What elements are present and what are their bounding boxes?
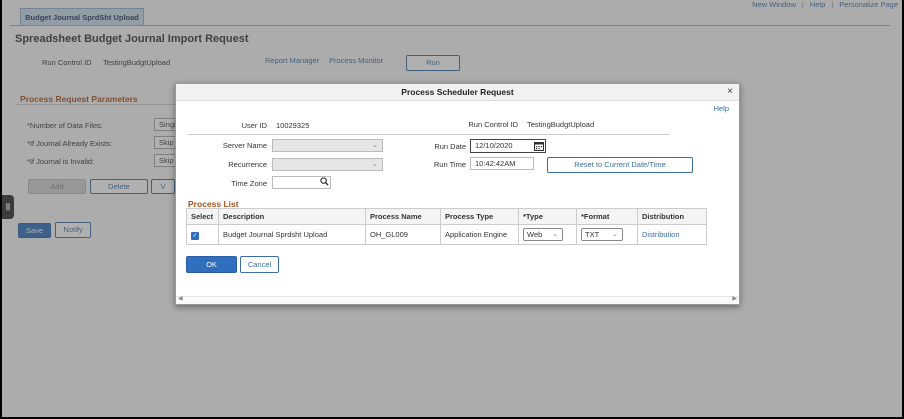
- reset-date-time-button[interactable]: Reset to Current Date/Time: [547, 157, 693, 173]
- side-panel-handle-icon[interactable]: ||: [2, 195, 14, 219]
- description-cell: Budget Journal Sprdsht Upload: [218, 224, 366, 245]
- process-scheduler-dialog: Process Scheduler Request × Help User ID…: [175, 83, 740, 305]
- select-checkbox[interactable]: ✓: [191, 231, 199, 240]
- run-time-input[interactable]: 10:42:42AM: [470, 157, 534, 170]
- server-name-label: Server Name: [222, 141, 267, 150]
- type-select-value: Web: [527, 230, 543, 239]
- format-select-value: TXT: [585, 230, 600, 239]
- recurrence-select[interactable]: [272, 158, 383, 171]
- type-cell: Web ⌄: [518, 224, 577, 245]
- scroll-left-icon[interactable]: ◀: [178, 295, 183, 302]
- table-row: ✓ Budget Journal Sprdsht Upload OH_GL009…: [186, 224, 707, 245]
- run-time-label: Run Time: [433, 160, 466, 169]
- process-name-cell: OH_GL009: [365, 224, 441, 245]
- format-cell: TXT ⌄: [576, 224, 638, 245]
- chevron-down-icon: ⌄: [552, 231, 558, 238]
- scroll-right-icon[interactable]: ▶: [732, 295, 737, 302]
- format-select[interactable]: TXT ⌄: [581, 228, 623, 241]
- column-header: Distribution: [637, 208, 707, 225]
- horizontal-scrollbar[interactable]: ◀ ▶: [176, 296, 739, 304]
- column-header: *Format: [576, 208, 638, 225]
- column-header: Process Name: [365, 208, 441, 225]
- server-name-select[interactable]: [272, 139, 383, 152]
- recurrence-label: Recurrence: [228, 160, 267, 169]
- cancel-button[interactable]: Cancel: [240, 256, 279, 273]
- distribution-cell: Distribution: [637, 224, 707, 245]
- column-header: Select: [186, 208, 219, 225]
- header-divider: [188, 134, 670, 135]
- process-type-cell: Application Engine: [440, 224, 519, 245]
- help-link[interactable]: Help: [714, 104, 729, 113]
- process-list-table: Select Description Process Name Process …: [186, 208, 707, 245]
- column-header: Process Type: [440, 208, 519, 225]
- search-icon[interactable]: [320, 177, 329, 188]
- run-date-label: Run Date: [434, 142, 466, 151]
- column-header: *Type: [518, 208, 577, 225]
- run-control-id-value: TestingBudgtUpload: [527, 120, 595, 129]
- run-control-id-label: Run Control ID: [468, 120, 518, 129]
- dialog-title: Process Scheduler Request: [176, 84, 739, 101]
- type-select[interactable]: Web ⌄: [523, 228, 563, 241]
- time-zone-label: Time Zone: [231, 179, 267, 188]
- chevron-down-icon: ⌄: [612, 231, 618, 238]
- user-id-label: User ID: [241, 121, 267, 130]
- background-page: Budget Journal SprdSht Upload New Window…: [2, 0, 902, 417]
- column-header: Description: [218, 208, 366, 225]
- calendar-icon[interactable]: [534, 141, 544, 153]
- ok-button[interactable]: OK: [186, 256, 237, 273]
- close-icon[interactable]: ×: [727, 84, 733, 100]
- distribution-link[interactable]: Distribution: [642, 230, 680, 239]
- select-cell: ✓: [186, 224, 219, 245]
- user-id-value: 10029325: [276, 121, 310, 130]
